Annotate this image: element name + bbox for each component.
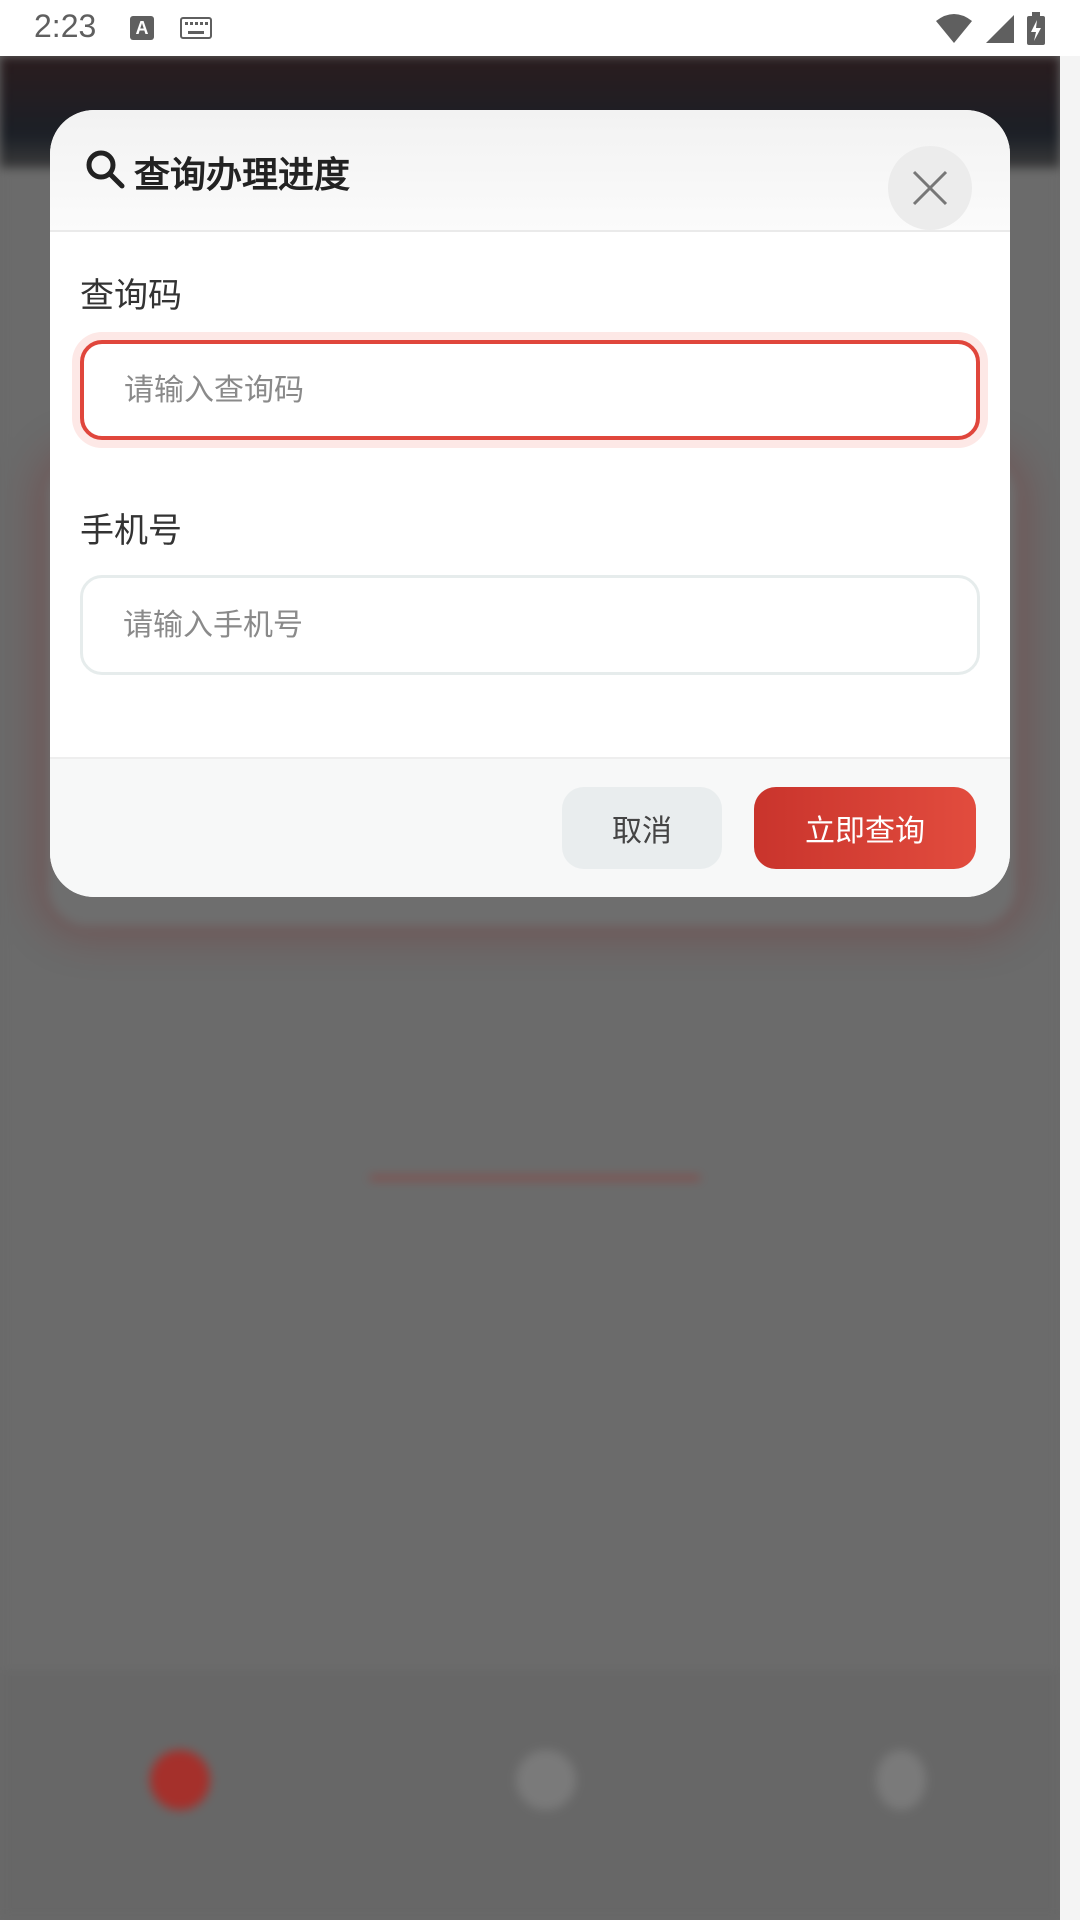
wifi-icon <box>936 14 972 43</box>
status-time: 2:23 <box>34 8 97 44</box>
background-divider <box>370 1176 700 1180</box>
background-tab-service-icon <box>516 1750 576 1810</box>
query-now-button[interactable]: 立即查询 <box>754 787 976 869</box>
a-notification-icon: A <box>130 16 154 40</box>
background-tab-home-icon <box>150 1750 210 1810</box>
dialog-title: 查询办理进度 <box>134 155 351 196</box>
dialog-header: 查询办理进度 <box>50 110 1010 232</box>
search-icon <box>86 150 125 189</box>
query-code-input[interactable] <box>80 340 980 440</box>
background-slogan <box>0 1066 1060 1126</box>
query-progress-dialog: 查询办理进度 查询码 手机号 取消 立即查询 <box>50 110 1010 897</box>
close-icon <box>912 170 948 206</box>
cancel-button[interactable]: 取消 <box>562 787 722 869</box>
query-code-label: 查询码 <box>80 276 182 316</box>
keyboard-icon <box>180 17 212 39</box>
close-button[interactable] <box>888 146 972 230</box>
phone-label: 手机号 <box>80 511 182 551</box>
signal-icon <box>986 15 1014 43</box>
battery-charging-icon <box>1027 12 1045 45</box>
background-tab-bar <box>0 1670 1060 1920</box>
status-bar: 2:23 A <box>0 0 1080 56</box>
phone-input[interactable] <box>80 575 980 675</box>
scrollbar-track <box>1060 56 1080 1920</box>
dialog-footer: 取消 立即查询 <box>50 757 1010 897</box>
background-tab-profile-icon <box>876 1750 926 1810</box>
